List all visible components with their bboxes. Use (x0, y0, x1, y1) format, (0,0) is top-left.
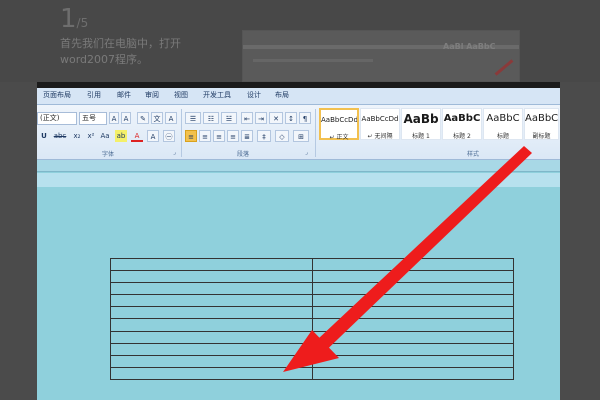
thumbnail-text: AaBl AaBbC (443, 42, 496, 51)
step-total: /5 (76, 16, 89, 30)
thumbnail-arrow (494, 59, 514, 76)
step-description: 首先我们在电脑中，打开word2007程序。 (60, 37, 181, 66)
arrow-shape (302, 146, 532, 362)
tutorial-step-header: 1/5 首先我们在电脑中，打开word2007程序。 AaBl AaBbC (0, 0, 600, 82)
step-number: 1/5 (60, 4, 88, 34)
step-thumbnail[interactable]: AaBl AaBbC (242, 30, 520, 82)
step-number-value: 1 (60, 4, 77, 34)
red-arrow-annotation (283, 146, 532, 372)
word-screenshot: 页面布局 引用 邮件 审阅 视图 开发工具 设计 布局 (正文) 五号 A A … (37, 82, 560, 400)
